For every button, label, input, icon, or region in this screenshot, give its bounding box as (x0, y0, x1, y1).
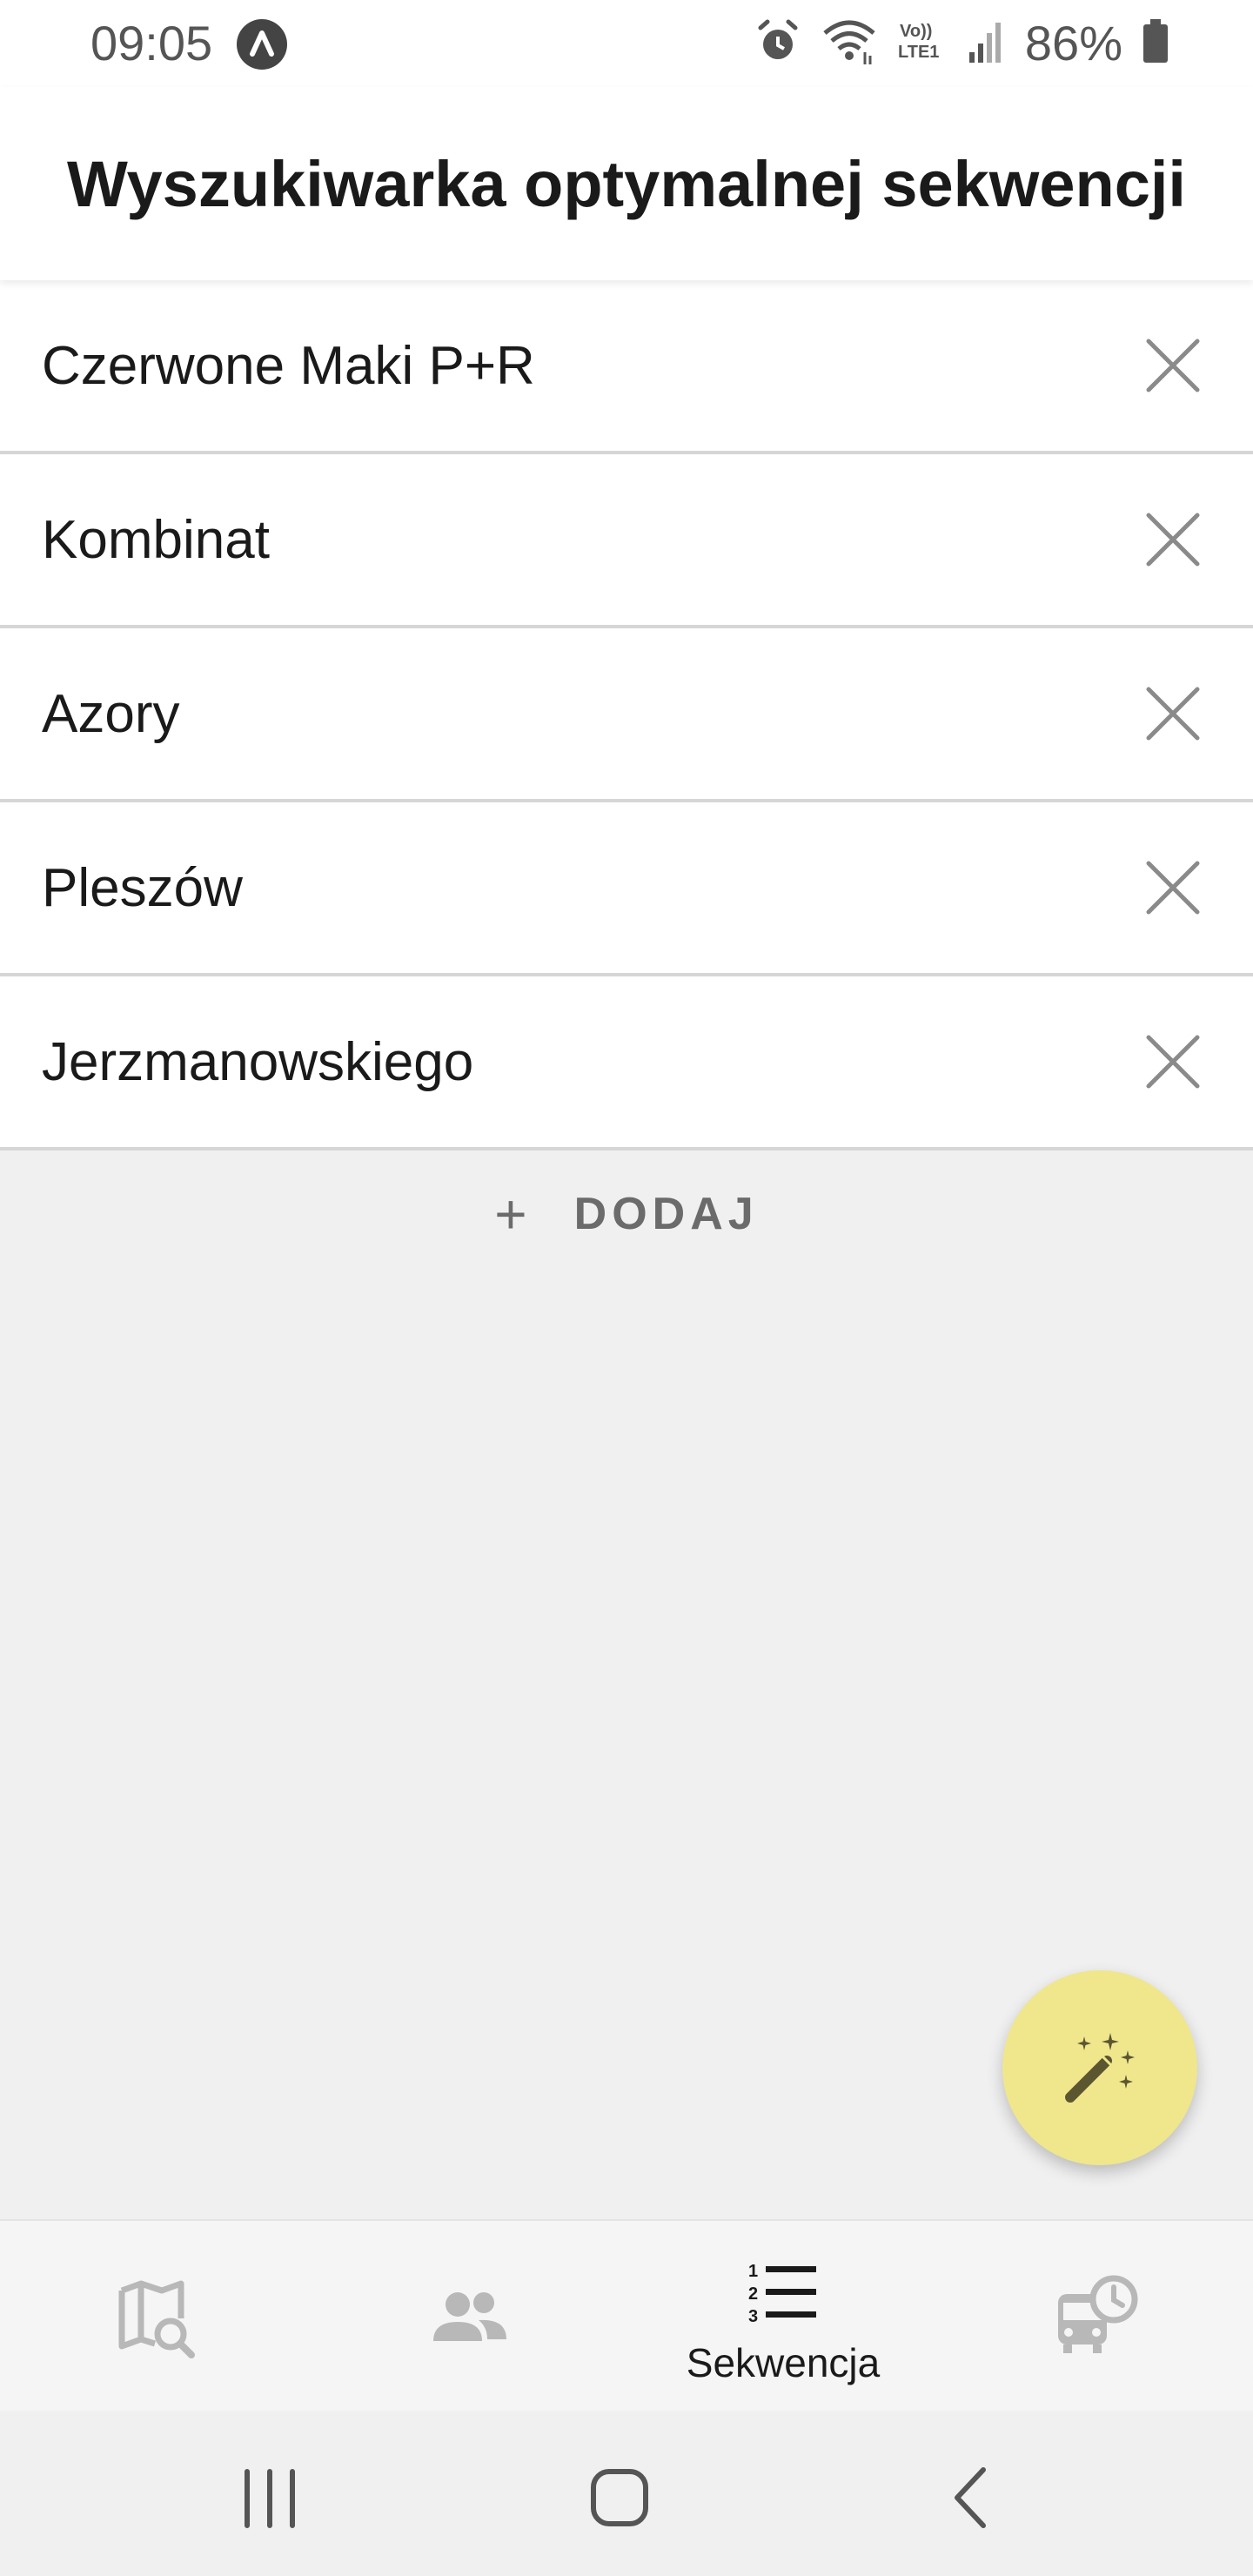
close-icon[interactable] (1143, 336, 1203, 395)
stop-name: Czerwone Maki P+R (42, 335, 535, 396)
stop-name: Pleszów (42, 857, 243, 918)
sequence-list-icon: 1 2 3 (740, 2251, 827, 2338)
list-item[interactable]: Jerzmanowskiego (0, 976, 1253, 1150)
list-item[interactable]: Czerwone Maki P+R (0, 280, 1253, 454)
stop-name: Jerzmanowskiego (42, 1031, 474, 1092)
svg-text:Vo)): Vo)) (900, 22, 932, 41)
list-item[interactable]: Kombinat (0, 454, 1253, 628)
svg-text:1: 1 (748, 2262, 758, 2281)
people-icon (426, 2273, 513, 2360)
home-icon[interactable] (567, 2445, 672, 2550)
battery-percent: 86% (1024, 16, 1122, 70)
nav-item-people[interactable] (313, 2221, 626, 2412)
stop-name: Azory (42, 683, 180, 744)
signal-icon (968, 17, 1006, 70)
status-bar: 09:05 Vo)) LTE1 86% (0, 0, 1253, 87)
list-item[interactable]: Pleszów (0, 802, 1253, 976)
status-time: 09:05 (90, 16, 213, 70)
nav-item-sequence[interactable]: 1 2 3 Sekwencja (626, 2221, 940, 2412)
svg-text:LTE1: LTE1 (898, 43, 939, 62)
nav-label-sequence: Sekwencja (686, 2340, 881, 2385)
plus-icon: + (494, 1183, 527, 1245)
close-icon[interactable] (1143, 684, 1203, 743)
close-icon[interactable] (1143, 858, 1203, 917)
nav-item-bus-schedule[interactable] (940, 2221, 1253, 2412)
back-icon[interactable] (917, 2445, 1022, 2550)
stop-list: Czerwone Maki P+R Kombinat Azory Pleszów… (0, 280, 1253, 1150)
map-search-icon (113, 2273, 200, 2360)
system-nav-bar (0, 2411, 1253, 2576)
magic-wand-icon (1058, 2024, 1142, 2112)
close-icon[interactable] (1143, 510, 1203, 569)
wifi-icon (821, 17, 877, 70)
bus-schedule-icon (1053, 2273, 1140, 2360)
add-stop-button[interactable]: + DODAJ (0, 1175, 1253, 1253)
list-item[interactable]: Azory (0, 628, 1253, 802)
alarm-icon (754, 17, 802, 70)
battery-icon (1142, 17, 1169, 70)
status-icons: Vo)) LTE1 86% (754, 12, 1169, 75)
svg-text:3: 3 (748, 2307, 758, 2326)
stop-name: Kombinat (42, 509, 270, 570)
bottom-nav: 1 2 3 Sekwencja (0, 2219, 1253, 2411)
page-title: Wyszukiwarka optymalnej sekwencji (67, 148, 1186, 220)
find-sequence-fab[interactable] (1002, 1970, 1197, 2165)
close-icon[interactable] (1143, 1032, 1203, 1091)
volte-icon: Vo)) LTE1 (896, 17, 948, 70)
nav-item-map-search[interactable] (0, 2221, 313, 2412)
add-stop-label: DODAJ (573, 1189, 759, 1239)
svg-text:2: 2 (748, 2284, 758, 2304)
recent-apps-icon[interactable] (218, 2445, 322, 2550)
app-notification-icon (237, 19, 287, 70)
